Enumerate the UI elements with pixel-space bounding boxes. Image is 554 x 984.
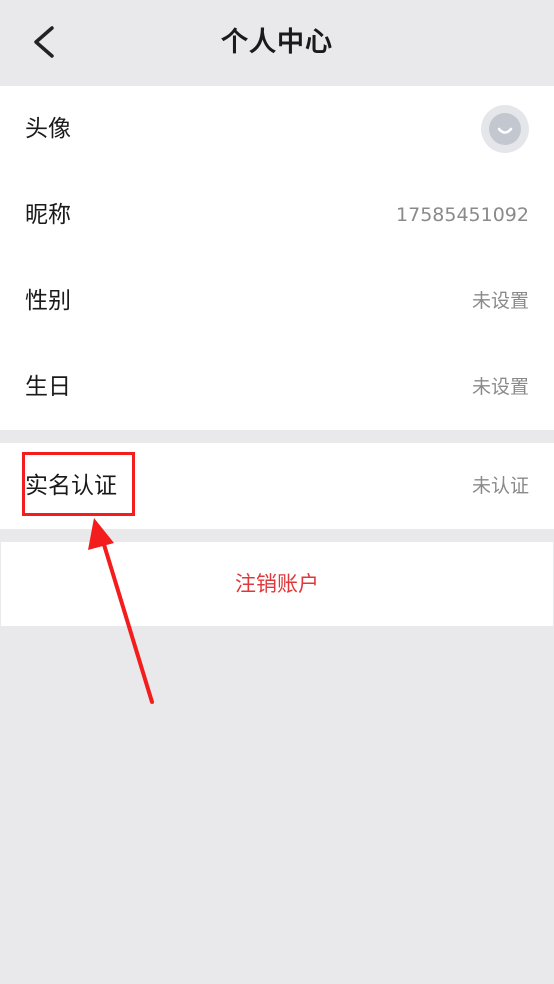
page-title: 个人中心 bbox=[221, 27, 333, 58]
avatar-label: 头像 bbox=[25, 116, 71, 142]
delete-account-button[interactable]: 注销账户 bbox=[1, 542, 553, 626]
gender-row[interactable]: 性别 未设置 bbox=[0, 258, 554, 344]
header-bar: 个人中心 bbox=[0, 0, 554, 86]
birthday-value: 未设置 bbox=[471, 376, 529, 398]
verification-group: 实名认证 未认证 bbox=[0, 443, 554, 529]
profile-settings-group: 头像 昵称 17585451092 性别 未设置 生日 未设置 bbox=[0, 86, 554, 430]
birthday-row[interactable]: 生日 未设置 bbox=[0, 344, 554, 430]
default-avatar-icon bbox=[489, 113, 521, 145]
avatar-row[interactable]: 头像 bbox=[0, 86, 554, 172]
avatar[interactable] bbox=[481, 105, 529, 153]
nickname-value: 17585451092 bbox=[396, 204, 529, 226]
nickname-label: 昵称 bbox=[25, 202, 71, 228]
gender-label: 性别 bbox=[25, 288, 71, 314]
nickname-row[interactable]: 昵称 17585451092 bbox=[0, 172, 554, 258]
gender-value: 未设置 bbox=[471, 290, 529, 312]
verification-label: 实名认证 bbox=[25, 473, 117, 499]
delete-account-label: 注销账户 bbox=[235, 572, 319, 596]
verification-status: 未认证 bbox=[471, 475, 529, 497]
birthday-label: 生日 bbox=[25, 374, 71, 400]
real-name-verification-row[interactable]: 实名认证 未认证 bbox=[0, 443, 554, 529]
